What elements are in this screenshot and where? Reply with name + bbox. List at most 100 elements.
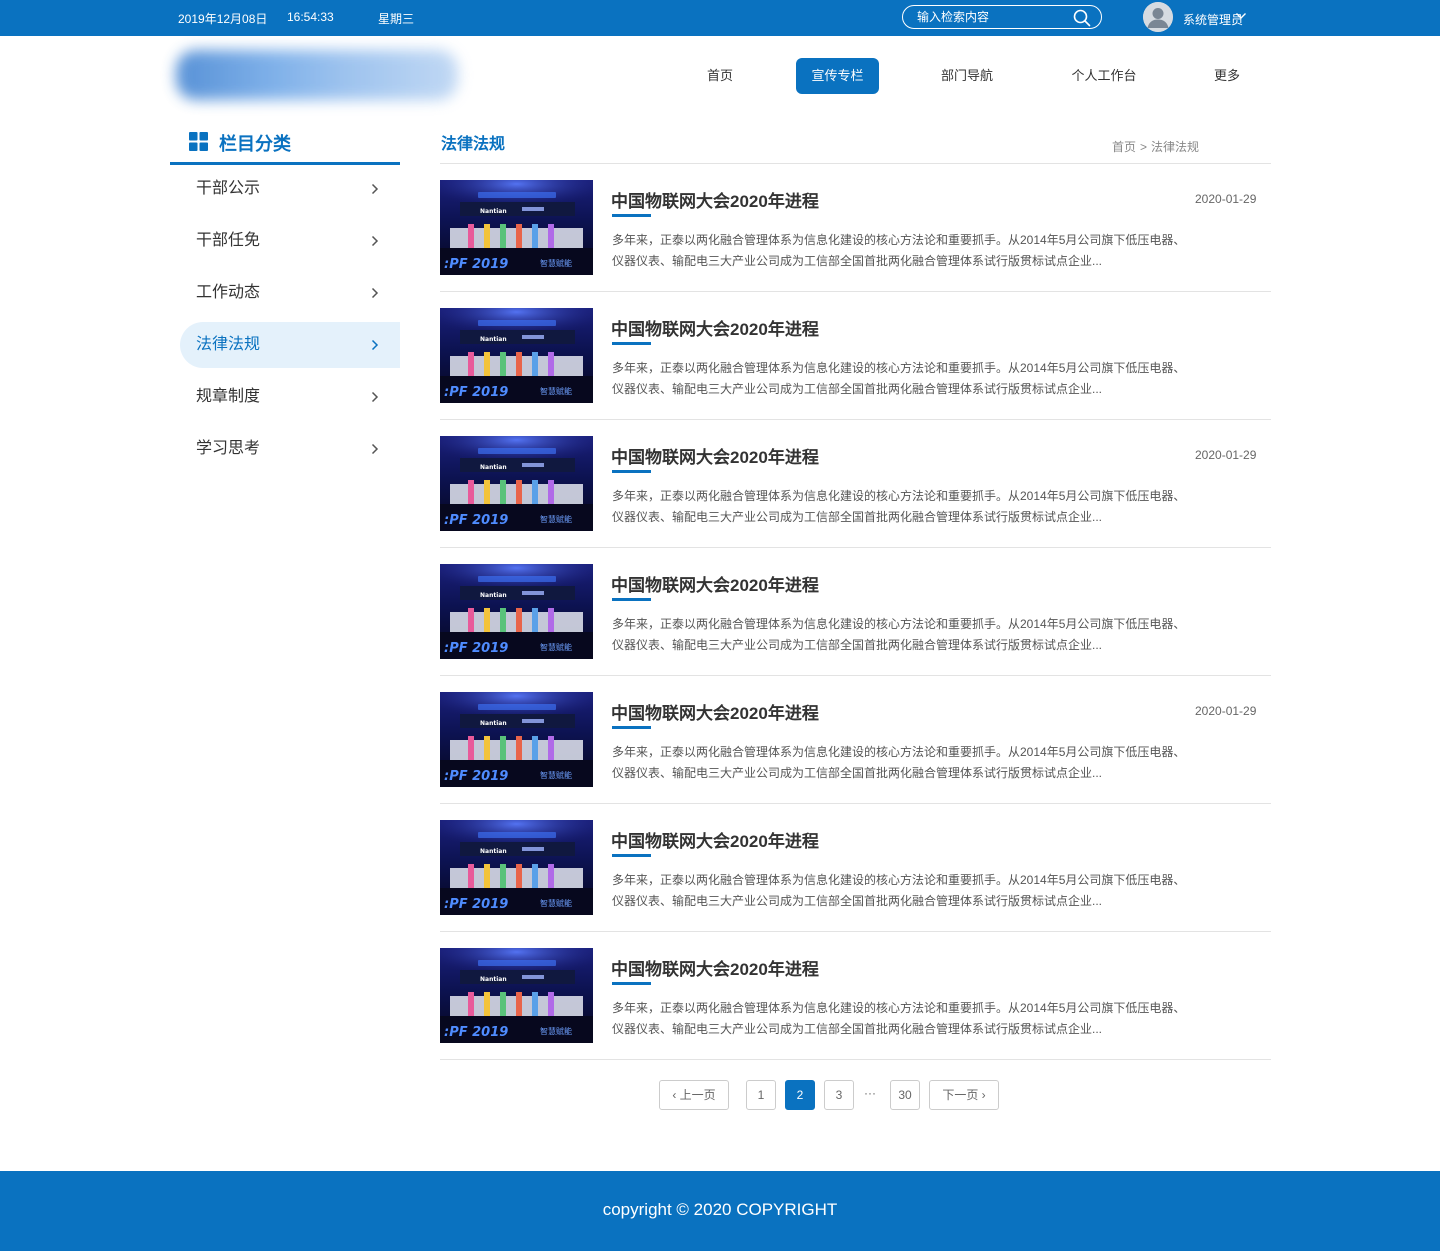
article-summary-line: 多年来，正泰以两化融合管理体系为信息化建设的核心方法论和重要抓手。从2014年5… (612, 617, 1186, 631)
article-summary-line: 仪器仪表、输配电三大产业公司成为工信部全国首批两化融合管理体系试行版贯标试点企业… (612, 638, 1103, 652)
nav-department[interactable]: 部门导航 (926, 58, 1008, 94)
sidebar-item[interactable]: 学习思考 (180, 426, 400, 472)
breadcrumb-current: 法律法规 (1151, 140, 1200, 154)
title-underline (612, 470, 651, 473)
nav-item-label: 部门导航 (940, 68, 993, 83)
article-summary-line: 仪器仪表、输配电三大产业公司成为工信部全国首批两化融合管理体系试行版贯标试点企业… (612, 1022, 1103, 1036)
sidebar-item[interactable]: 工作动态 (180, 270, 400, 316)
article-thumbnail[interactable]: Nantian:PF 2019 智慧赋能 (440, 308, 593, 403)
article-thumbnail[interactable]: Nantian:PF 2019 智慧赋能 (440, 820, 593, 915)
article-title[interactable]: 中国物联网大会2020年进程 (611, 571, 819, 596)
article-summary: 多年来，正泰以两化融合管理体系为信息化建设的核心方法论和重要抓手。从2014年5… (612, 742, 1212, 784)
chevron-left-icon: ‹ (672, 1088, 680, 1102)
sidebar-item-label: 干部任免 (196, 232, 261, 249)
article-thumbnail[interactable]: Nantian:PF 2019 智慧赋能 (440, 948, 593, 1043)
logo[interactable] (176, 50, 458, 100)
article-title[interactable]: 中国物联网大会2020年进程 (611, 443, 819, 468)
article-item[interactable]: Nantian:PF 2019 智慧赋能 中国物联网大会2020年进程多年来，正泰以… (440, 292, 1271, 420)
svg-text:智慧赋能: 智慧赋能 (540, 898, 572, 908)
sidebar-item[interactable]: 干部任免 (180, 218, 400, 264)
article-thumbnail[interactable]: Nantian:PF 2019 智慧赋能 (440, 564, 593, 659)
username: 系统管理员 (1183, 13, 1244, 27)
top-bar: 2019年12月08日 16:54:33 星期三 系统管理员 (0, 0, 1440, 36)
article-item[interactable]: Nantian:PF 2019 智慧赋能 中国物联网大会2020年进程 多年来，正泰以… (440, 804, 1271, 932)
nav-workbench[interactable]: 个人工作台 (1060, 58, 1148, 94)
nav-item-label: 个人工作台 (1071, 68, 1137, 83)
search-icon[interactable] (1073, 9, 1091, 27)
nav-publicity[interactable]: 宣传专栏 (796, 58, 879, 94)
prev-page-button[interactable]: ‹ 上一页 (659, 1080, 729, 1110)
article-title[interactable]: 中国物联网大会2020年进程 (611, 187, 819, 212)
article-summary-line: 仪器仪表、输配电三大产业公司成为工信部全国首批两化融合管理体系试行版贯标试点企业… (612, 254, 1103, 268)
article-summary-line: 仪器仪表、输配电三大产业公司成为工信部全国首批两化融合管理体系试行版贯标试点企业… (612, 766, 1103, 780)
title-underline (612, 598, 651, 601)
article-thumbnail[interactable]: Nantian :PF 2019 智慧赋能 (440, 692, 593, 787)
svg-text::PF 2019: :PF 2019 (444, 897, 508, 912)
svg-text:Nantian: Nantian (480, 720, 507, 727)
sidebar-item[interactable]: 法律法规 (180, 322, 400, 368)
article-item[interactable]: Nantian:PF 2019 智慧赋能 中国物联网大会2020年进程 2020-01… (440, 676, 1271, 804)
next-page-label: 下一页 (942, 1088, 979, 1102)
title-underline (612, 854, 651, 857)
chevron-right-icon: › (978, 1088, 986, 1102)
svg-text:智慧赋能: 智慧赋能 (540, 770, 572, 780)
next-page-button[interactable]: 下一页 › (929, 1080, 999, 1110)
chevron-down-icon (1236, 13, 1246, 19)
article-thumbnail[interactable]: Nantian:PF 2019 智慧赋能 (440, 436, 593, 531)
article-summary-line: 仪器仪表、输配电三大产业公司成为工信部全国首批两化融合管理体系试行版贯标试点企业… (612, 510, 1103, 524)
svg-text::PF 2019: :PF 2019 (444, 769, 508, 784)
footer: copyright © 2020 COPYRIGHT (0, 1171, 1440, 1251)
sidebar-item-label: 法律法规 (196, 336, 261, 353)
title-underline (612, 214, 651, 217)
sidebar-item[interactable]: 规章制度 (180, 374, 400, 420)
nav-more[interactable]: 更多 (1196, 58, 1258, 94)
chevron-right-icon (371, 183, 379, 195)
title-underline (612, 726, 651, 729)
sidebar-item-label: 学习思考 (196, 440, 261, 457)
article-summary-line: 仪器仪表、输配电三大产业公司成为工信部全国首批两化融合管理体系试行版贯标试点企业… (612, 894, 1103, 908)
article-summary-line: 多年来，正泰以两化融合管理体系为信息化建设的核心方法论和重要抓手。从2014年5… (612, 361, 1186, 375)
chevron-right-icon (371, 391, 379, 403)
article-title[interactable]: 中国物联网大会2020年进程 (611, 699, 819, 724)
article-thumbnail-image: Nantian:PF 2019 智慧赋能 (440, 180, 593, 275)
sidebar-title: 栏目分类 (170, 124, 400, 165)
chevron-right-icon (371, 287, 379, 299)
prev-page-label: 上一页 (679, 1088, 716, 1102)
article-thumbnail-image: Nantian:PF 2019 智慧赋能 (440, 948, 593, 1043)
svg-text::PF 2019: :PF 2019 (444, 641, 508, 656)
article-thumbnail[interactable]: Nantian:PF 2019 智慧赋能 (440, 180, 593, 275)
article-title[interactable]: 中国物联网大会2020年进程 (611, 827, 819, 852)
nav-item-label: 更多 (1213, 68, 1240, 83)
article-title[interactable]: 中国物联网大会2020年进程 (611, 315, 819, 340)
article-date: 2020-01-29 (1195, 192, 1257, 206)
article-item[interactable]: Nantian:PF 2019 智慧赋能 中国物联网大会2020年进程 2020-01… (440, 420, 1271, 548)
current-time: 16:54:33 (287, 10, 334, 24)
grid-icon (189, 132, 208, 151)
breadcrumb-home[interactable]: 首页 (1112, 140, 1136, 154)
chevron-right-icon (371, 339, 379, 351)
search-box (902, 5, 1102, 29)
svg-text:Nantian: Nantian (480, 464, 507, 471)
user-avatar-icon (1143, 2, 1173, 32)
page-button-1[interactable]: 1 (746, 1080, 776, 1110)
nav-item-label: 首页 (706, 68, 733, 83)
page-button-3[interactable]: 3 (824, 1080, 854, 1110)
svg-text:智慧赋能: 智慧赋能 (540, 1026, 572, 1036)
search-input[interactable] (917, 9, 1067, 25)
article-title[interactable]: 中国物联网大会2020年进程 (611, 955, 819, 980)
sidebar-title-text: 栏目分类 (219, 134, 291, 154)
article-item[interactable]: Nantian:PF 2019 智慧赋能 中国物联网大会2020年进程多年来，正泰以… (440, 932, 1271, 1060)
nav-home[interactable]: 首页 (684, 58, 756, 94)
sidebar-item[interactable]: 干部公示 (180, 166, 400, 212)
breadcrumb: 首页 > 法律法规 (1112, 138, 1199, 155)
svg-text:Nantian: Nantian (480, 208, 507, 215)
page-button-2[interactable]: 2 (785, 1080, 815, 1110)
article-summary-line: 多年来，正泰以两化融合管理体系为信息化建设的核心方法论和重要抓手。从2014年5… (612, 489, 1186, 503)
article-thumbnail-image: Nantian:PF 2019 智慧赋能 (440, 436, 593, 531)
article-summary-line: 多年来，正泰以两化融合管理体系为信息化建设的核心方法论和重要抓手。从2014年5… (612, 1001, 1186, 1015)
article-item[interactable]: Nantian:PF 2019 智慧赋能 中国物联网大会2020年进程多年来，正泰以… (440, 548, 1271, 676)
article-thumbnail-image: Nantian:PF 2019 智慧赋能 (440, 308, 593, 403)
page-ellipsis: ··· (864, 1086, 876, 1100)
page-button-30[interactable]: 30 (890, 1080, 920, 1110)
article-item[interactable]: Nantian:PF 2019 智慧赋能 中国物联网大会2020年进程 2020-01… (440, 164, 1271, 292)
